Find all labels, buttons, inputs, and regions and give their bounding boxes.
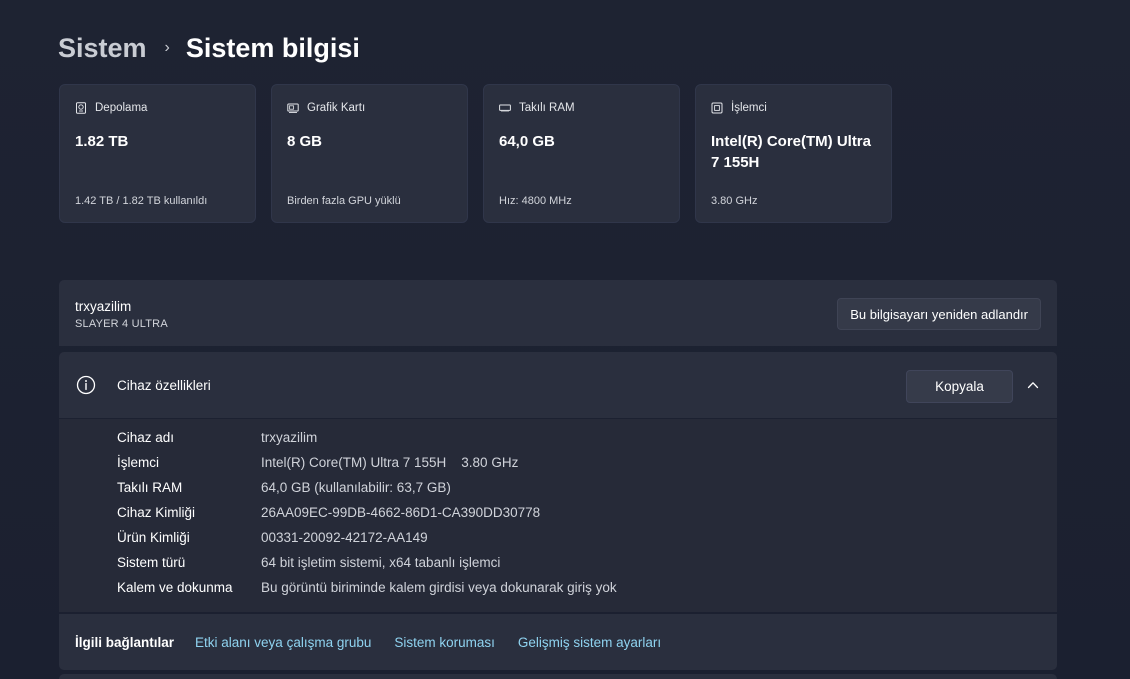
spec-row: İşlemci Intel(R) Core(TM) Ultra 7 155H 3…: [117, 455, 518, 475]
gpu-icon: [287, 103, 299, 113]
spec-label: Takılı RAM: [117, 480, 183, 495]
card-title: Takılı RAM: [519, 102, 575, 114]
card-ram: Takılı RAM 64,0 GB Hız: 4800 MHz: [483, 84, 680, 223]
card-value: 8 GB: [287, 133, 323, 150]
card-value: Intel(R) Core(TM) Ultra 7 155H: [711, 133, 871, 171]
device-name: trxyazilim: [75, 299, 132, 314]
device-model: SLAYER 4 ULTRA: [75, 318, 168, 330]
cpu-icon: [711, 102, 723, 114]
card-value: 1.82 TB: [75, 133, 129, 150]
card-subtext: Hız: 4800 MHz: [499, 195, 572, 207]
card-value: 64,0 GB: [499, 133, 555, 150]
info-icon: [76, 375, 96, 395]
spec-value: 64,0 GB (kullanılabilir: 63,7 GB): [261, 480, 451, 495]
spec-row: Kalem ve dokunma Bu görüntü biriminde ka…: [117, 580, 617, 600]
storage-icon: [76, 102, 86, 114]
chevron-right-icon: ›: [164, 39, 170, 56]
link-system-protection[interactable]: Sistem koruması: [394, 635, 495, 650]
card-subtext: 1.42 TB / 1.82 TB kullanıldı: [75, 195, 208, 207]
related-links-title: İlgili bağlantılar: [75, 634, 175, 650]
ram-icon: [499, 104, 511, 112]
link-domain-workgroup[interactable]: Etki alanı veya çalışma grubu: [195, 635, 371, 650]
device-specs-title: Cihaz özellikleri: [117, 378, 211, 393]
card-subtext: 3.80 GHz: [711, 195, 758, 207]
spec-row: Takılı RAM 64,0 GB (kullanılabilir: 63,7…: [117, 480, 451, 500]
spec-value: 64 bit işletim sistemi, x64 tabanlı işle…: [261, 555, 501, 570]
copy-button[interactable]: Kopyala: [906, 370, 1013, 403]
spec-row: Ürün Kimliği 00331-20092-42172-AA149: [117, 530, 428, 550]
spec-label: İşlemci: [117, 455, 160, 470]
device-specs-header[interactable]: Cihaz özellikleri Kopyala: [59, 352, 1057, 418]
card-processor: İşlemci Intel(R) Core(TM) Ultra 7 155H 3…: [695, 84, 892, 223]
link-advanced-system-settings[interactable]: Gelişmiş sistem ayarları: [518, 635, 661, 650]
spec-value: trxyazilim: [261, 430, 318, 445]
spec-label: Kalem ve dokunma: [117, 580, 233, 595]
spec-value: Bu görüntü biriminde kalem girdisi veya …: [261, 580, 617, 595]
page-title: Sistem bilgisi: [185, 32, 360, 63]
breadcrumb: Sistem › Sistem bilgisi: [58, 30, 360, 66]
related-links-bar: İlgili bağlantılar Etki alanı veya çalış…: [59, 614, 1057, 670]
spec-label: Cihaz adı: [117, 430, 175, 445]
card-title: Grafik Kartı: [307, 102, 366, 114]
spec-row: Sistem türü 64 bit işletim sistemi, x64 …: [117, 555, 500, 575]
card-title: Depolama: [95, 102, 148, 114]
device-name-panel: trxyazilim SLAYER 4 ULTRA Bu bilgisayarı…: [59, 280, 1057, 346]
next-panel-edge: [59, 674, 1057, 679]
breadcrumb-parent[interactable]: Sistem: [58, 33, 147, 64]
spec-label: Cihaz Kimliği: [117, 505, 196, 520]
summary-cards: Depolama 1.82 TB 1.42 TB / 1.82 TB kulla…: [59, 84, 892, 223]
rename-pc-button[interactable]: Bu bilgisayarı yeniden adlandır: [837, 298, 1041, 330]
card-storage: Depolama 1.82 TB 1.42 TB / 1.82 TB kulla…: [59, 84, 256, 223]
spec-row: Cihaz adı trxyazilim: [117, 430, 317, 450]
card-graphics: Grafik Kartı 8 GB Birden fazla GPU yüklü: [271, 84, 468, 223]
card-subtext: Birden fazla GPU yüklü: [287, 195, 401, 207]
settings-page: Sistem › Sistem bilgisi Depolama 1.82 TB…: [0, 0, 1130, 679]
spec-label: Ürün Kimliği: [117, 530, 190, 545]
spec-value: 26AA09EC-99DB-4662-86D1-CA390DD30778: [261, 505, 541, 520]
spec-value: Intel(R) Core(TM) Ultra 7 155H 3.80 GHz: [261, 455, 519, 470]
spec-value: 00331-20092-42172-AA149: [261, 530, 428, 545]
device-specs-list: Cihaz adı trxyazilim İşlemci Intel(R) Co…: [59, 419, 1057, 612]
spec-label: Sistem türü: [117, 555, 186, 570]
card-title: İşlemci: [731, 102, 767, 114]
chevron-up-icon[interactable]: [1027, 379, 1039, 391]
spec-row: Cihaz Kimliği 26AA09EC-99DB-4662-86D1-CA…: [117, 505, 540, 525]
